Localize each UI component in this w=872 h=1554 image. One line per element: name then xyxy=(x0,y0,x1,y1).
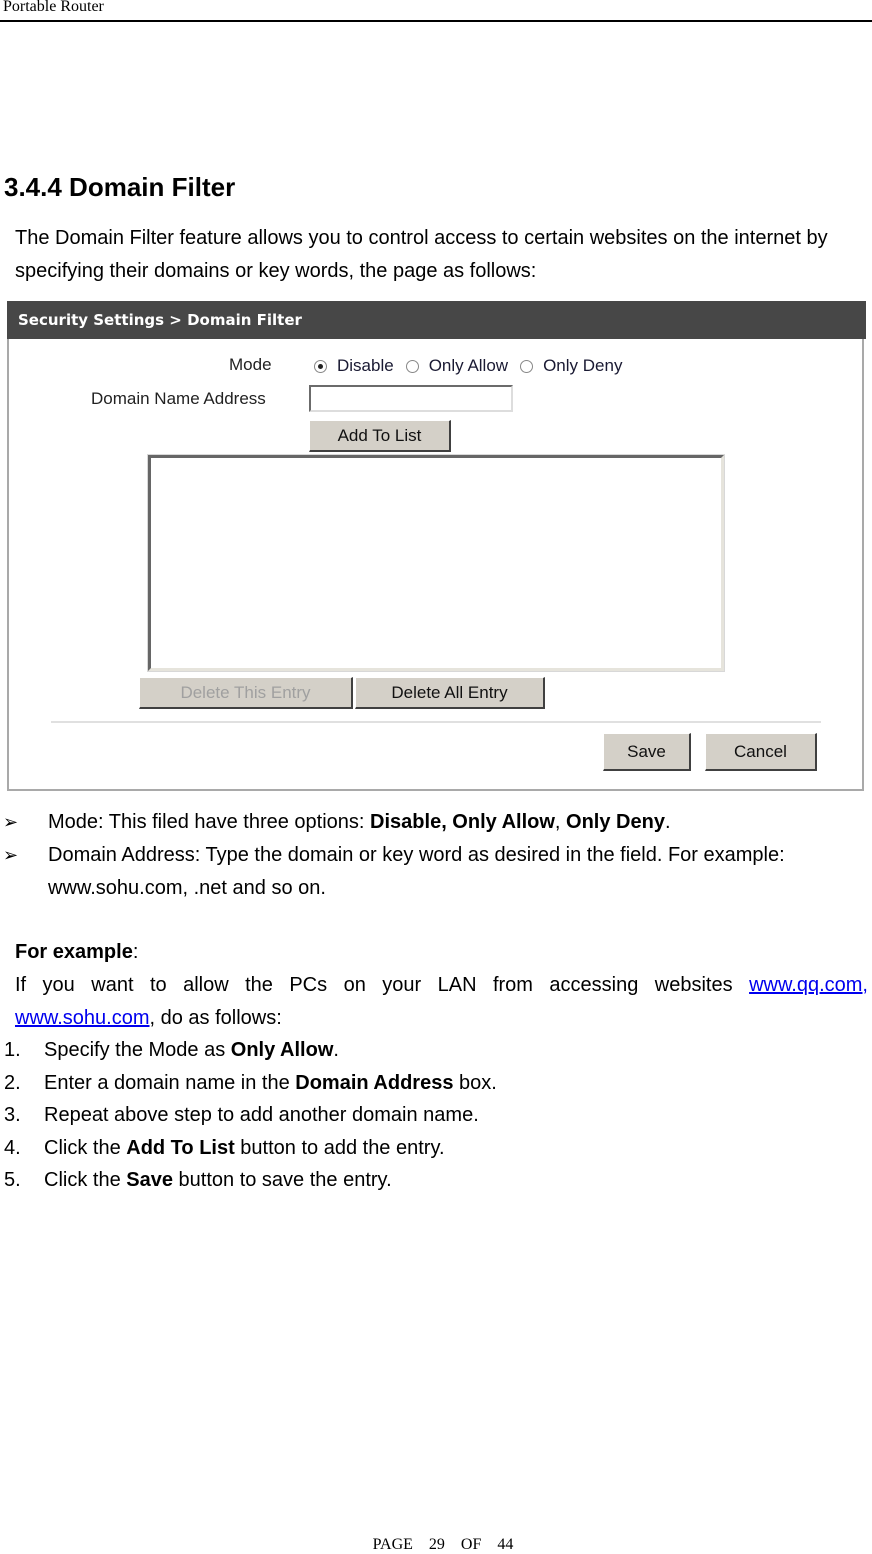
mode-option-only-deny[interactable]: Only Deny xyxy=(520,356,622,376)
domain-name-address-label: Domain Name Address xyxy=(91,389,266,408)
bullet-mode: ➢ Mode: This filed have three options: D… xyxy=(0,806,872,839)
step-item: 4. Click the Add To List button to add th… xyxy=(4,1136,445,1159)
example-line-2: www.sohu.com, do as follows: xyxy=(15,1007,282,1029)
steps-list: 1. Specify the Mode as Only Allow. 2. Ente… xyxy=(0,1034,872,1197)
running-header-title: Portable Router xyxy=(3,0,104,15)
save-button[interactable]: Save xyxy=(603,733,691,771)
mode-option-label: Only Allow xyxy=(428,356,509,375)
arrowhead-bullet-icon: ➢ xyxy=(3,845,19,865)
mode-label: Mode xyxy=(229,355,272,374)
cancel-button[interactable]: Cancel xyxy=(705,733,817,771)
mode-option-label: Only Deny xyxy=(543,356,623,375)
example-heading: For example: xyxy=(15,941,139,963)
domain-name-address-input[interactable] xyxy=(309,385,513,412)
mode-option-disable[interactable]: Disable xyxy=(314,356,394,376)
radio-checked-icon[interactable] xyxy=(314,359,327,373)
mode-option-label: Disable xyxy=(337,356,394,375)
delete-all-entry-button[interactable]: Delete All Entry xyxy=(355,677,545,709)
step-item: 3. Repeat above step to add another domai… xyxy=(4,1104,479,1127)
domain-filter-screenshot: Security Settings > Domain Filter Mode D… xyxy=(7,301,866,791)
divider xyxy=(51,721,821,723)
bullet-domain-address: ➢ Domain Address: Type the domain or key… xyxy=(0,839,872,905)
step-item: 2. Enter a domain name in the Domain Addr… xyxy=(4,1071,497,1094)
ui-header-bar: Security Settings > Domain Filter xyxy=(7,301,866,339)
step-item: 5. Click the Save button to save the entr… xyxy=(4,1169,392,1192)
add-to-list-button[interactable]: Add To List xyxy=(309,420,451,452)
link-qq[interactable]: www.qq.com, xyxy=(749,974,868,996)
section-title: 3.4.4 Domain Filter xyxy=(4,172,236,202)
example-line-1: If you want to allow the PCs on your LAN… xyxy=(15,974,868,996)
running-header: Portable Router xyxy=(0,0,872,22)
step-item: 1. Specify the Mode as Only Allow. xyxy=(4,1039,339,1061)
link-sohu[interactable]: www.sohu.com xyxy=(15,1007,150,1029)
arrowhead-bullet-icon: ➢ xyxy=(3,812,19,832)
page-footer: PAGE 29 OF 44 xyxy=(372,1536,514,1553)
radio-unchecked-icon[interactable] xyxy=(405,359,419,373)
radio-unchecked-icon[interactable] xyxy=(520,359,534,373)
mode-radio-group: Disable Only Allow Only Deny xyxy=(314,356,634,376)
section-intro: The Domain Filter feature allows you to … xyxy=(15,227,828,282)
field-descriptions: ➢ Mode: This filed have three options: D… xyxy=(0,806,872,905)
example-block: For example: If you want to allow the PC… xyxy=(15,936,868,1035)
domain-entry-list[interactable] xyxy=(147,454,725,672)
delete-this-entry-button[interactable]: Delete This Entry xyxy=(139,677,353,709)
mode-option-only-allow[interactable]: Only Allow xyxy=(405,356,509,376)
breadcrumb: Security Settings > Domain Filter xyxy=(18,311,302,329)
